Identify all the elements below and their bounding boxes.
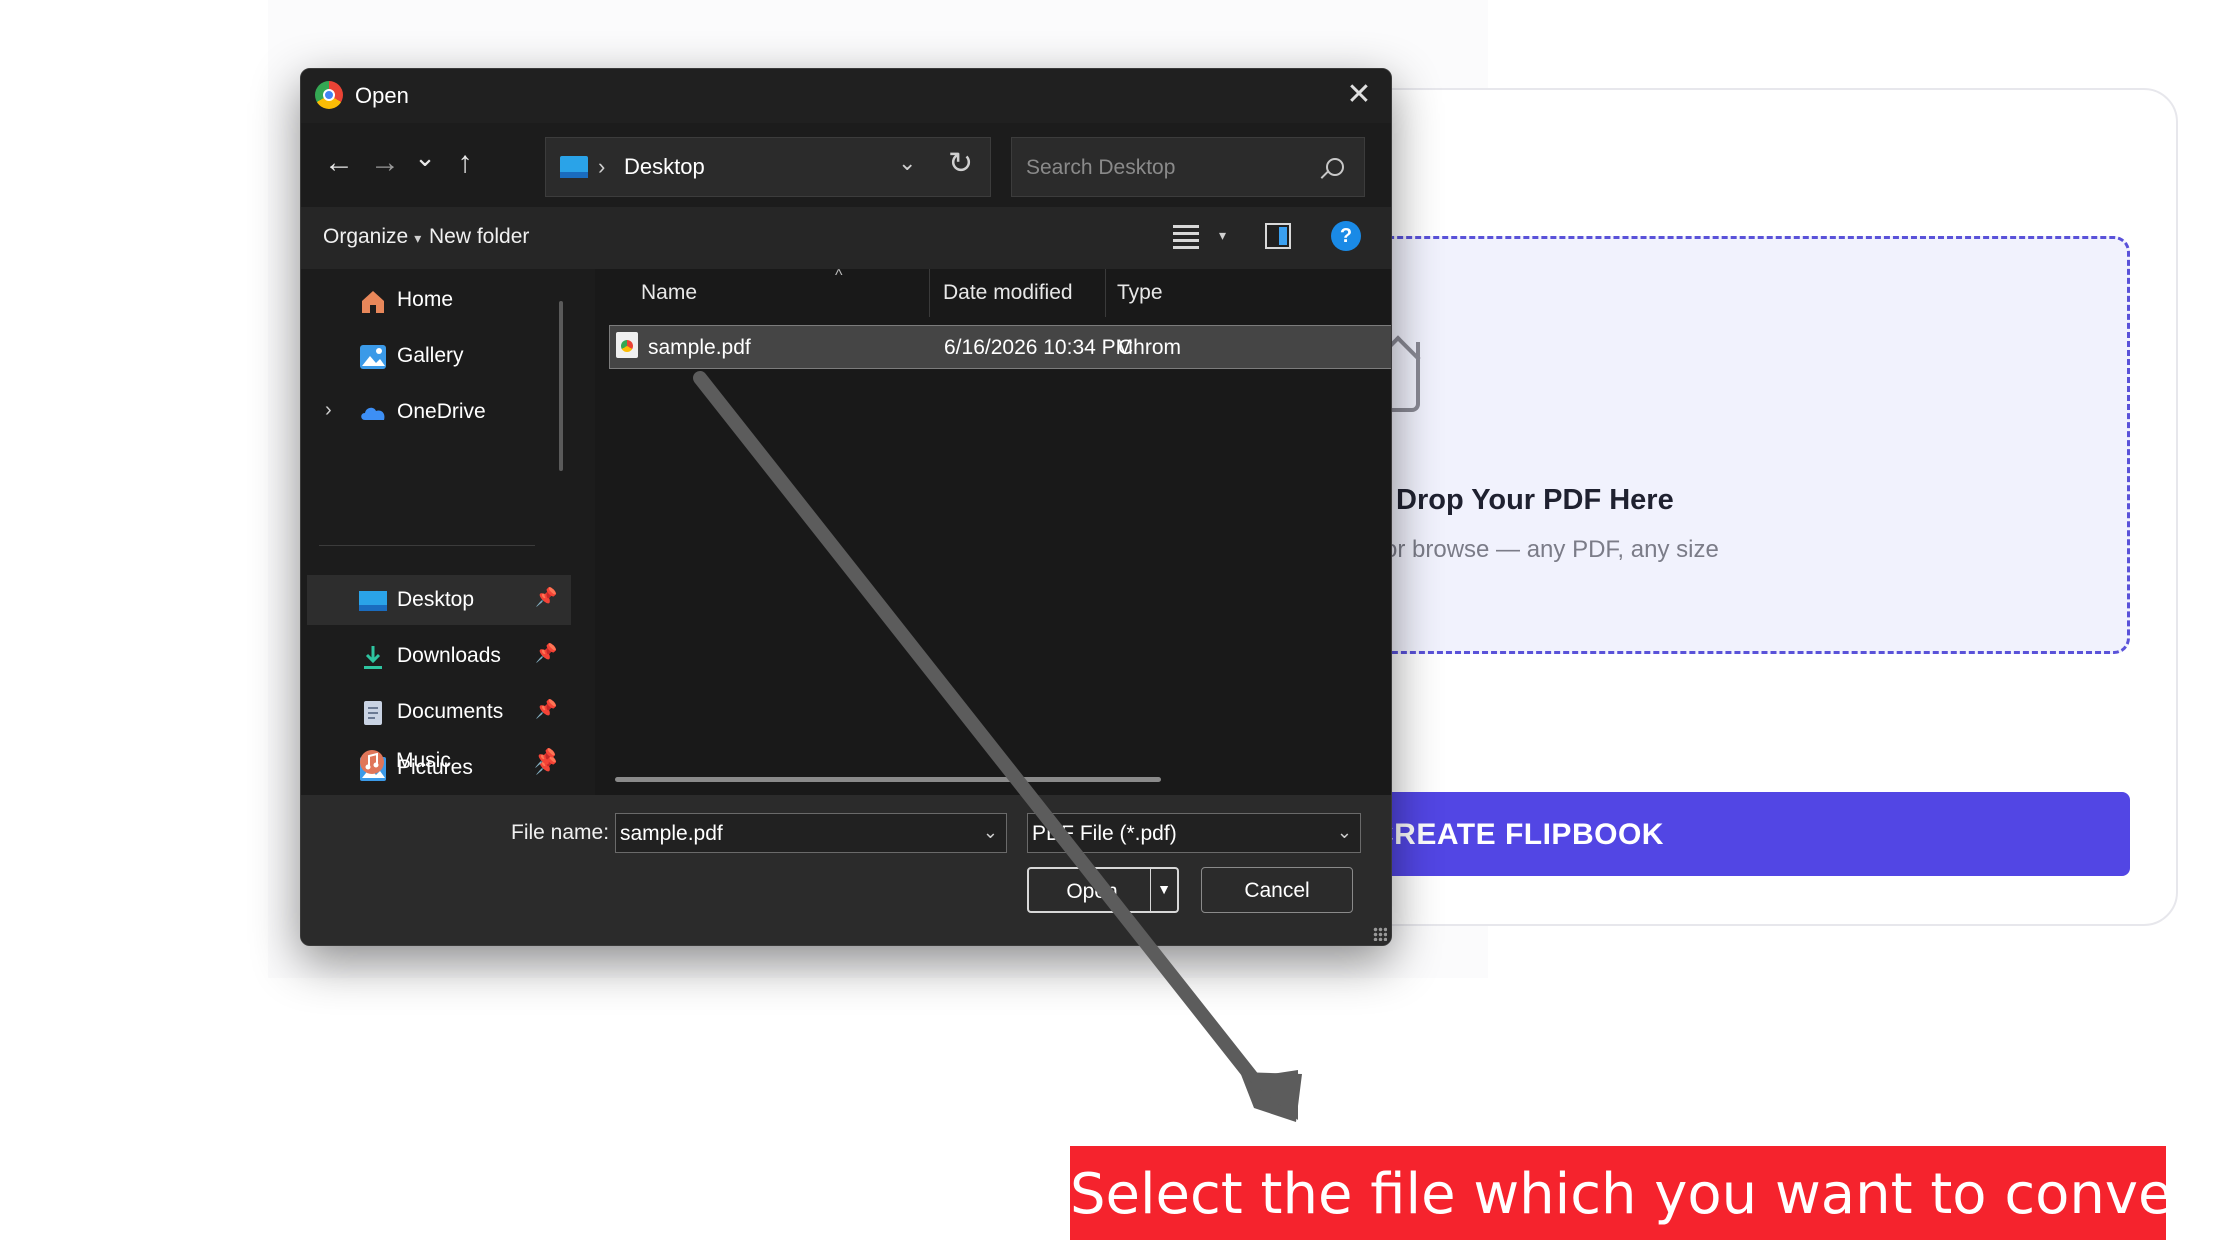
caption-text: Select the file which you want to conver… bbox=[1070, 1162, 2218, 1227]
instruction-caption: Select the file which you want to conver… bbox=[1070, 1146, 2218, 1240]
annotation-arrow bbox=[693, 371, 1302, 1122]
